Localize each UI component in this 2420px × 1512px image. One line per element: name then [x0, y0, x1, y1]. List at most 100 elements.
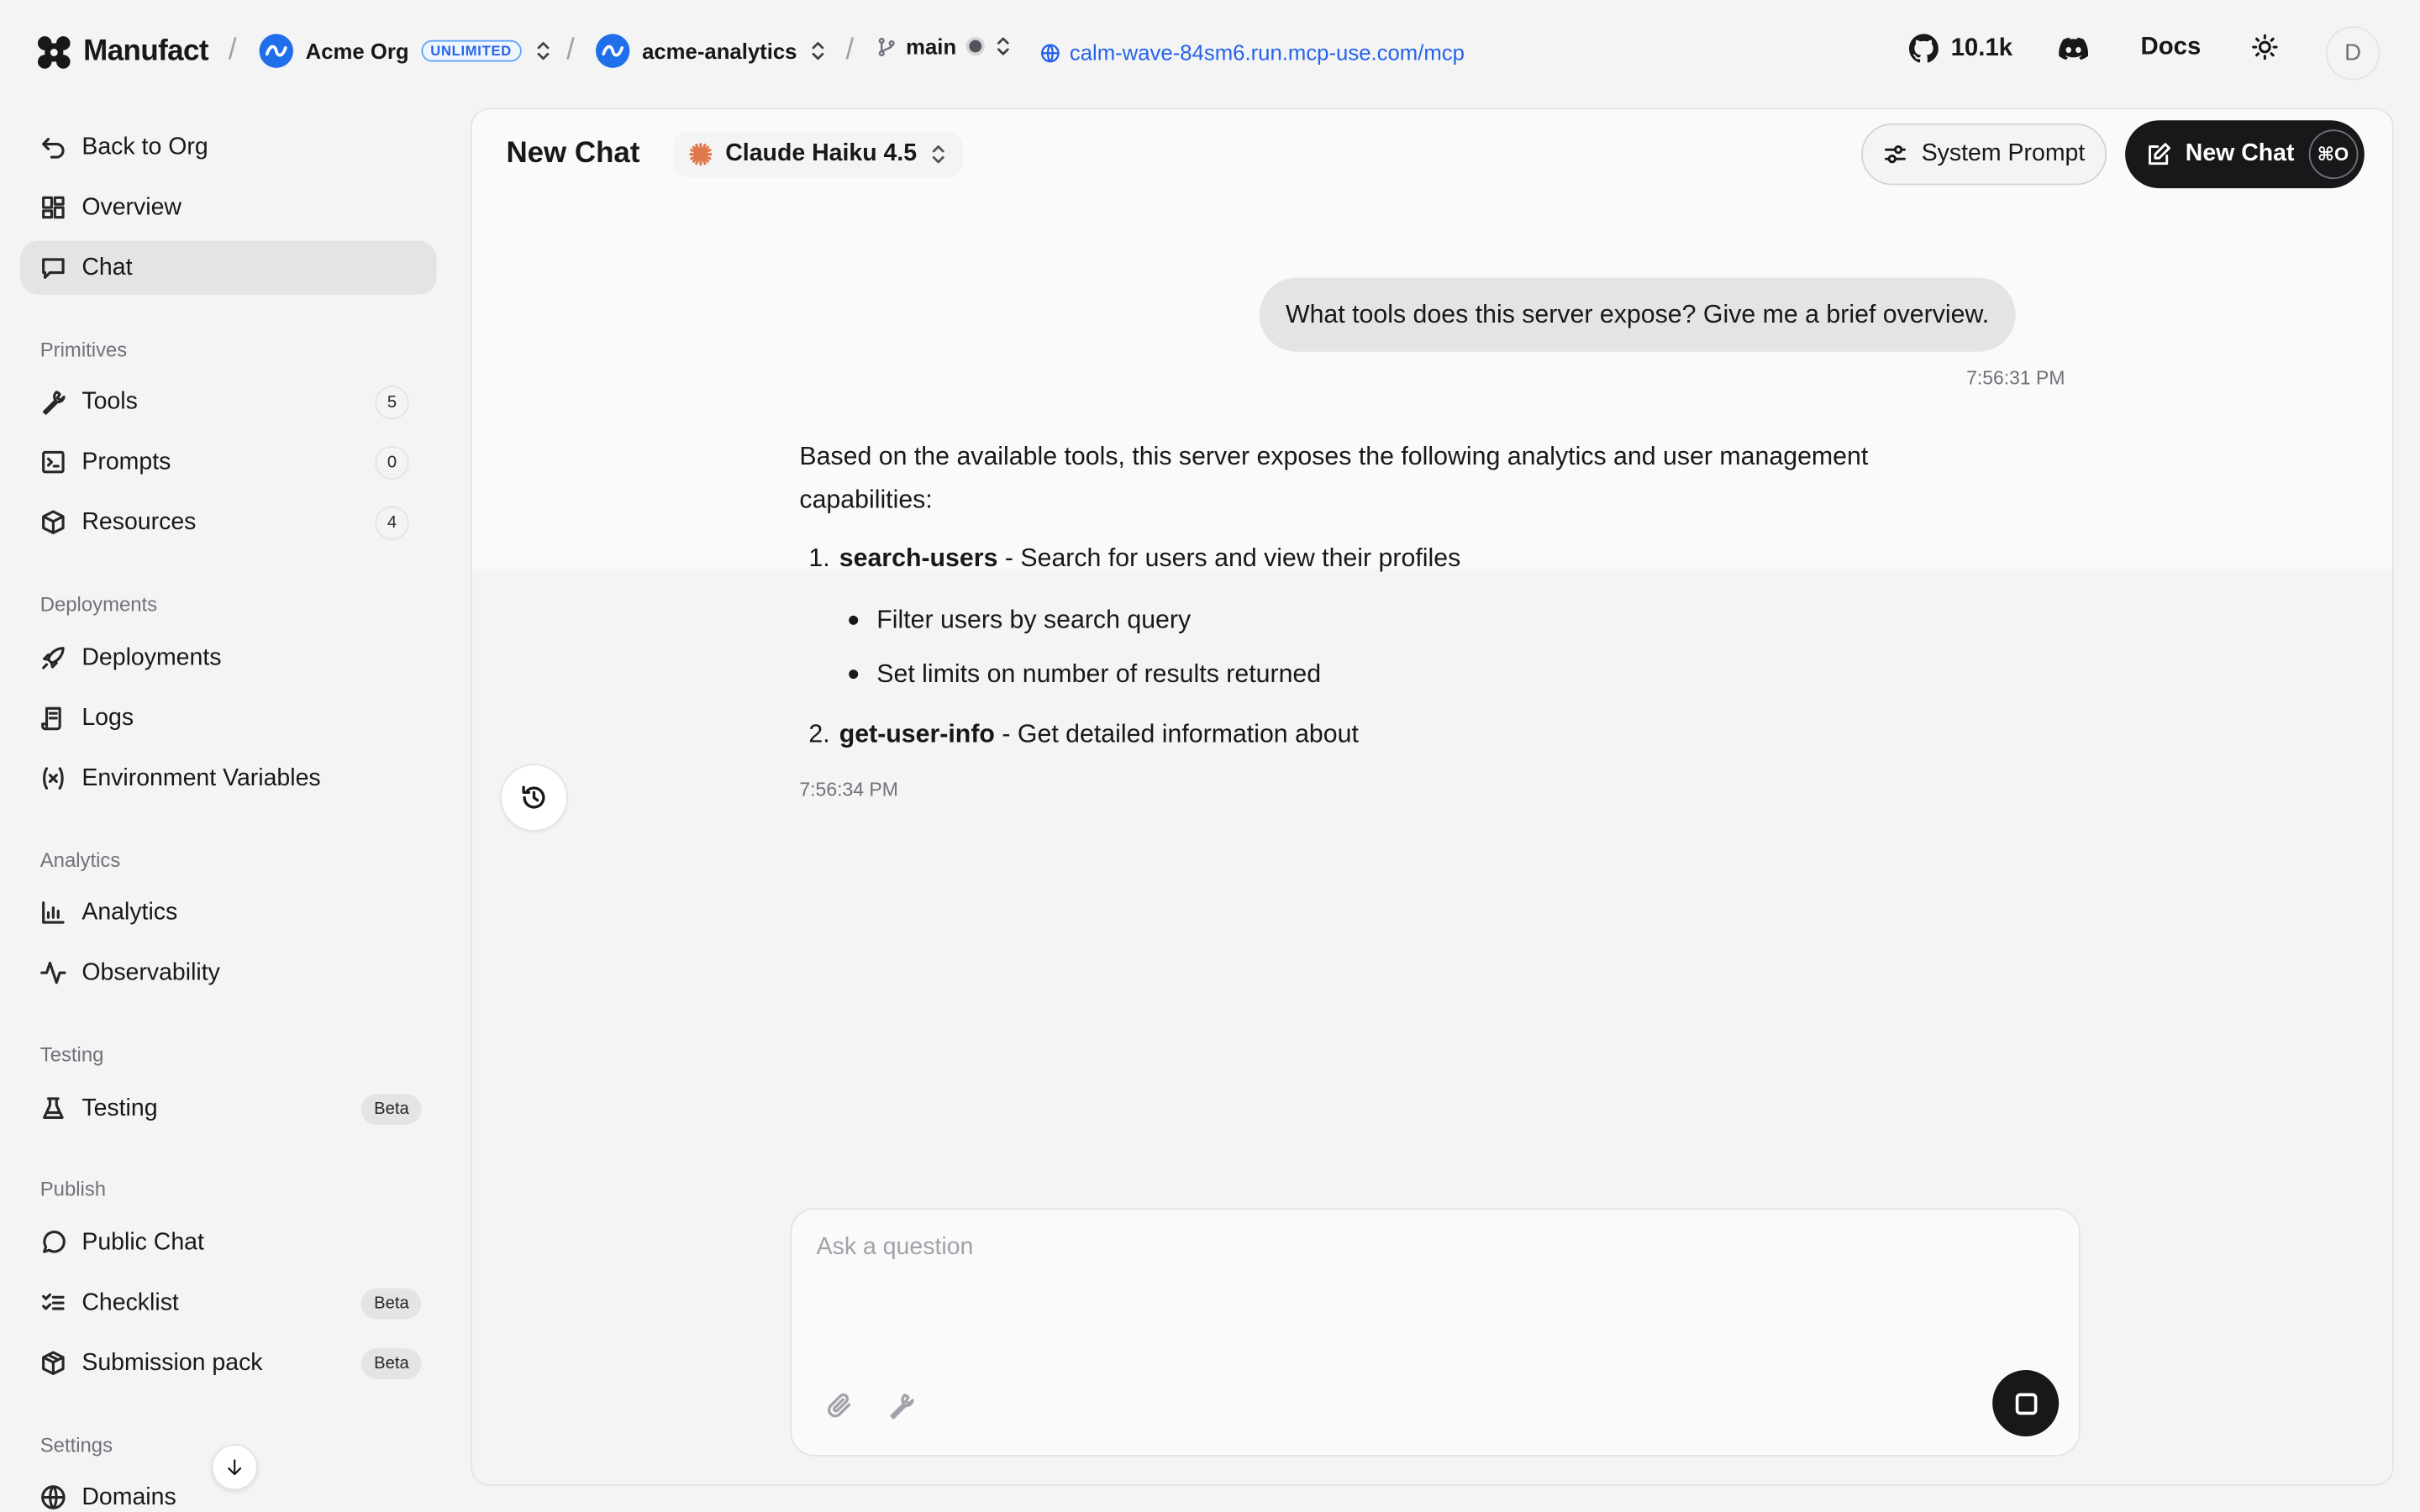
sidebar-item-tools[interactable]: Tools 5	[20, 375, 437, 428]
resources-count-badge: 4	[375, 505, 409, 539]
wrench-icon[interactable]	[887, 1392, 915, 1420]
assistant-intro: Based on the available tools, this serve…	[799, 443, 1869, 514]
prompts-count-badge: 0	[375, 444, 409, 480]
sidebar-item-testing[interactable]: Testing Beta	[20, 1082, 437, 1136]
branch-switcher[interactable]: main	[876, 34, 1012, 59]
page-title: New Chat	[506, 137, 640, 171]
sidebar-item-public-chat[interactable]: Public Chat	[20, 1215, 437, 1269]
dashboard-icon	[42, 196, 65, 219]
beta-badge: Beta	[361, 1093, 422, 1125]
list-item: Set limits on number of results returned	[849, 647, 1972, 701]
sidebar-item-chat[interactable]: Chat	[19, 240, 437, 295]
nav-label: Checklist	[82, 1289, 179, 1315]
nav-label: Chat	[82, 254, 133, 281]
assistant-message-timestamp: 7:56:34 PM	[799, 779, 898, 801]
server-url-link[interactable]: calm-wave-84sm6.run.mcp-use.com/mcp	[1040, 40, 1465, 65]
history-icon	[522, 785, 545, 809]
sidebar-item-submission-pack[interactable]: Submission pack Beta	[20, 1336, 437, 1390]
rocket-icon	[42, 647, 65, 669]
docs-link[interactable]: Docs	[2141, 34, 2202, 61]
model-name: Claude Haiku 4.5	[725, 140, 918, 167]
sidebar-item-resources[interactable]: Resources 4	[20, 496, 437, 549]
org-switcher[interactable]: Acme Org UNLIMITED	[259, 34, 552, 68]
project-switcher[interactable]: acme-analytics	[595, 34, 828, 68]
tool-name: get-user-info	[839, 720, 995, 748]
paperclip-icon[interactable]	[826, 1392, 854, 1420]
composer-tools	[826, 1392, 916, 1420]
nav-label: Domains	[82, 1483, 176, 1510]
new-chat-label: New Chat	[2185, 140, 2295, 167]
bar-chart-icon	[42, 901, 65, 924]
github-stars: 10.1k	[1950, 34, 2013, 61]
bullet-text: Filter users by search query	[876, 605, 1192, 633]
new-chat-button[interactable]: New Chat ⌘O	[2125, 120, 2365, 189]
discord-link[interactable]	[2059, 34, 2089, 63]
user-message-timestamp: 7:56:31 PM	[1966, 367, 2065, 389]
user-avatar[interactable]: D	[2325, 26, 2381, 81]
plan-badge: UNLIMITED	[421, 39, 521, 62]
sliders-icon	[1884, 145, 1906, 164]
terminal-square-icon	[42, 450, 65, 474]
sidebar-item-analytics[interactable]: Analytics	[20, 885, 437, 939]
scroll-down-button[interactable]	[211, 1444, 258, 1491]
branch-name: main	[906, 34, 957, 59]
sidebar-item-prompts[interactable]: Prompts 0	[20, 435, 437, 489]
stop-generation-button[interactable]	[1992, 1369, 2060, 1436]
github-icon	[1908, 34, 1939, 63]
nav-label: Deployments	[82, 643, 222, 671]
message-circle-icon	[43, 1230, 66, 1253]
list-item: 2. get-user-info - Get detailed informat…	[799, 713, 1972, 756]
nav-label: Analytics	[82, 898, 178, 926]
org-avatar-icon	[259, 34, 293, 68]
project-name: acme-analytics	[642, 38, 797, 64]
list-number: 2.	[808, 720, 830, 748]
branch-status-dot	[965, 37, 985, 56]
sidebar-item-overview[interactable]: Overview	[20, 181, 437, 234]
sidebar-item-checklist[interactable]: Checklist Beta	[20, 1276, 437, 1330]
bullet-text: Set limits on number of results returned	[876, 659, 1322, 688]
activity-icon	[40, 961, 66, 984]
nav-label: Back to Org	[82, 133, 208, 160]
bullet-list: Filter users by search query Set limits …	[849, 592, 1972, 701]
chat-header: New Chat Claude Haiku 4.5 System Prompt …	[472, 109, 2392, 199]
keyboard-shortcut: ⌘O	[2308, 129, 2358, 180]
server-url: calm-wave-84sm6.run.mcp-use.com/mcp	[1069, 39, 1465, 66]
section-label-analytics: Analytics	[39, 848, 121, 872]
chat-history-button[interactable]	[500, 764, 568, 832]
section-label-testing: Testing	[39, 1042, 104, 1067]
brand-name: Manufact	[83, 35, 208, 68]
system-prompt-label: System Prompt	[1921, 140, 2086, 167]
top-bar: Manufact / Acme Org UNLIMITED / acme-ana…	[0, 0, 2420, 108]
flask-icon	[43, 1097, 64, 1119]
section-label-primitives: Primitives	[39, 338, 128, 361]
breadcrumb-separator: /	[845, 34, 855, 66]
git-branch-icon	[878, 37, 895, 56]
sidebar-item-deployments[interactable]: Deployments	[20, 631, 437, 685]
breadcrumb-separator: /	[566, 34, 575, 66]
section-label-deployments: Deployments	[39, 592, 158, 616]
back-to-org-link[interactable]: Back to Org	[20, 120, 437, 174]
scroll-text-icon	[41, 706, 61, 731]
github-link[interactable]: 10.1k	[1908, 34, 2013, 63]
breadcrumb-separator: /	[228, 34, 237, 66]
tools-count-badge: 5	[375, 385, 409, 419]
nav-label: Observability	[82, 958, 220, 985]
chevron-up-down-icon	[536, 42, 549, 60]
variable-icon	[43, 767, 64, 790]
sidebar: Back to Org Overview Chat Primitives Too…	[0, 108, 463, 1512]
theme-toggle-button[interactable]	[2252, 34, 2278, 60]
system-prompt-button[interactable]: System Prompt	[1861, 123, 2107, 186]
undo-arrow-icon	[42, 138, 65, 159]
model-selector[interactable]: Claude Haiku 4.5	[672, 131, 964, 178]
user-message: What tools does this server expose? Give…	[1259, 277, 2016, 352]
brand-logo[interactable]: Manufact	[37, 35, 209, 69]
sidebar-item-environment-variables[interactable]: Environment Variables	[20, 751, 437, 805]
chat-input[interactable]	[816, 1234, 2051, 1263]
beta-badge: Beta	[361, 1287, 422, 1319]
nav-label: Submission pack	[82, 1349, 263, 1376]
package-check-icon	[42, 1351, 65, 1375]
sidebar-item-logs[interactable]: Logs	[20, 691, 437, 745]
tool-description: - Search for users and view their profil…	[1004, 544, 1461, 573]
sidebar-item-observability[interactable]: Observability	[20, 946, 437, 1000]
manufact-logo-icon	[37, 36, 71, 69]
